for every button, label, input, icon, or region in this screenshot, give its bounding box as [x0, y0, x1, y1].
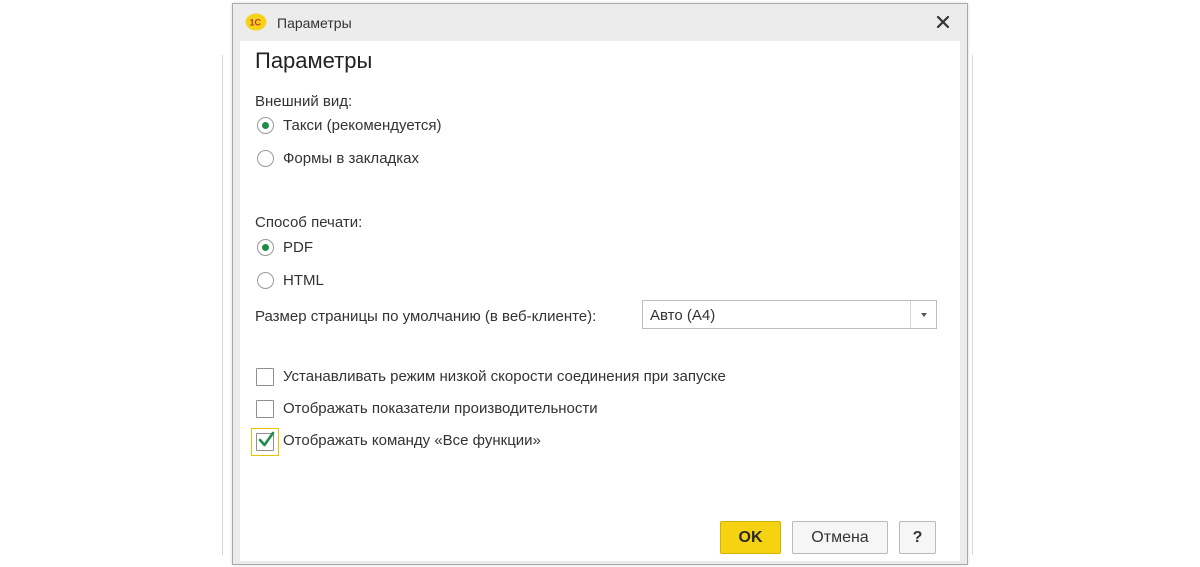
- dialog-titlebar: 1С Параметры: [233, 4, 967, 40]
- page-size-value: Авто (А4): [650, 307, 716, 324]
- radio-html[interactable]: [257, 272, 274, 289]
- radio-html-label[interactable]: HTML: [283, 272, 324, 289]
- checkbox-all-functions-label[interactable]: Отображать команду «Все функции»: [283, 432, 541, 449]
- dialog-content: Параметры Внешний вид: Такси (рекомендуе…: [240, 41, 960, 561]
- radio-tabbed-forms-label[interactable]: Формы в закладках: [283, 150, 419, 167]
- background-divider: [222, 55, 223, 555]
- checkbox-low-speed[interactable]: [256, 368, 274, 386]
- background-divider: [972, 55, 973, 555]
- logo-text: 1С: [250, 18, 262, 28]
- appearance-label: Внешний вид:: [255, 93, 353, 110]
- checkbox-performance[interactable]: [256, 400, 274, 418]
- ok-button[interactable]: OK: [720, 521, 781, 554]
- page-size-label: Размер страницы по умолчанию (в веб-клие…: [255, 308, 597, 325]
- close-icon[interactable]: [931, 10, 955, 34]
- page-title: Параметры: [255, 48, 373, 73]
- checkmark-icon: [258, 431, 275, 447]
- radio-pdf[interactable]: [257, 239, 274, 256]
- radio-taxi[interactable]: [257, 117, 274, 134]
- radio-tabbed-forms[interactable]: [257, 150, 274, 167]
- radio-taxi-label[interactable]: Такси (рекомендуется): [283, 117, 442, 134]
- 1c-logo-icon: 1С: [245, 13, 267, 31]
- parameters-dialog: 1С Параметры Параметры Внешний вид: Такс…: [232, 3, 968, 565]
- checkbox-performance-label[interactable]: Отображать показатели производительности: [283, 400, 598, 417]
- checkbox-low-speed-label[interactable]: Устанавливать режим низкой скорости соед…: [283, 368, 726, 385]
- dialog-title: Параметры: [277, 15, 352, 31]
- checkbox-all-functions[interactable]: [256, 431, 275, 451]
- cancel-button[interactable]: Отмена: [792, 521, 888, 554]
- help-button[interactable]: ?: [899, 521, 936, 554]
- radio-pdf-label[interactable]: PDF: [283, 239, 313, 256]
- chevron-down-icon[interactable]: [910, 301, 936, 328]
- page-size-select[interactable]: Авто (А4): [642, 300, 937, 329]
- print-method-label: Способ печати:: [255, 214, 363, 231]
